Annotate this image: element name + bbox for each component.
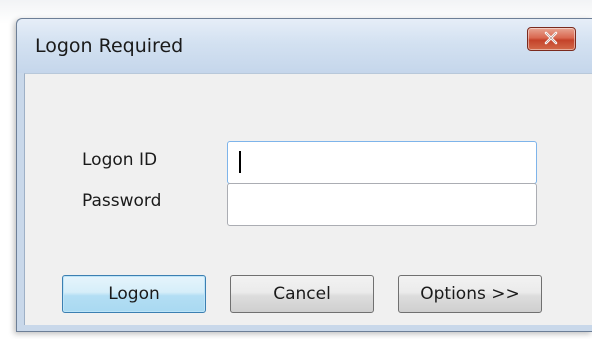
close-icon [544,31,558,45]
logon-dialog: Logon Required Logon ID Password Logon C… [16,18,592,332]
text-caret [239,151,241,173]
logon-button[interactable]: Logon [62,275,206,313]
dialog-body: Logon ID Password Logon Cancel Options >… [24,73,592,325]
logon-id-input[interactable] [227,141,537,184]
window-title: Logon Required [35,35,184,57]
password-label: Password [82,191,162,211]
options-button[interactable]: Options >> [398,275,542,313]
cancel-button[interactable]: Cancel [230,275,374,313]
logon-id-label: Logon ID [82,150,158,170]
password-input[interactable] [227,183,537,226]
title-bar[interactable]: Logon Required [17,19,592,73]
screen: Logon Required Logon ID Password Logon C… [0,0,592,339]
close-button[interactable] [527,27,576,51]
